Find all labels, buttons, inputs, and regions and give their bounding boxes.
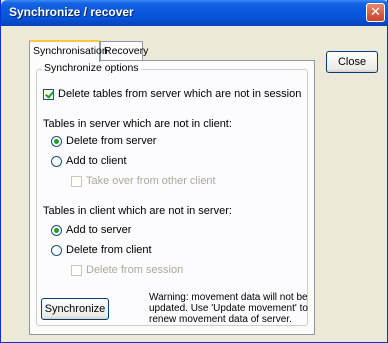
- title-bar[interactable]: Synchronize / recover ✕: [1, 0, 388, 26]
- add-to-server-label: Add to server: [66, 224, 132, 237]
- radio-icon[interactable]: [51, 155, 62, 167]
- synchronize-button[interactable]: Synchronize: [41, 298, 109, 320]
- take-over-label: Take over from other client: [86, 175, 216, 188]
- close-window-icon[interactable]: ✕: [366, 3, 385, 22]
- checkbox-icon[interactable]: [43, 88, 54, 100]
- radio-icon[interactable]: [51, 224, 62, 236]
- delete-tables-server-checkbox[interactable]: Delete tables from server which are not …: [43, 88, 301, 100]
- take-over-checkbox: Take over from other client: [71, 175, 216, 187]
- delete-from-session-checkbox: Delete from session: [71, 264, 183, 276]
- window-title: Synchronize / recover: [9, 5, 134, 19]
- client-not-server-heading: Tables in client which are not in server…: [43, 205, 232, 217]
- delete-tables-server-label: Delete tables from server which are not …: [58, 88, 302, 101]
- group-label: Synchronize options: [42, 62, 141, 74]
- close-button[interactable]: Close: [326, 51, 378, 73]
- delete-from-client-radio[interactable]: Delete from client: [51, 244, 152, 256]
- synchronize-options-group: Synchronize options Delete tables from s…: [36, 62, 308, 326]
- radio-icon[interactable]: [51, 135, 62, 147]
- add-to-server-radio[interactable]: Add to server: [51, 224, 131, 236]
- server-not-client-heading: Tables in server which are not in client…: [43, 118, 232, 130]
- delete-from-server-label: Delete from server: [66, 135, 157, 148]
- tab-panel: Synchronize options Delete tables from s…: [29, 60, 315, 335]
- checkbox-icon: [71, 175, 82, 187]
- tab-synchronisation[interactable]: Synchronisation: [29, 40, 108, 62]
- warning-text: Warning: movement data will not be updat…: [149, 292, 308, 325]
- delete-from-client-label: Delete from client: [66, 244, 152, 257]
- radio-icon[interactable]: [51, 244, 62, 256]
- add-to-client-radio[interactable]: Add to client: [51, 155, 127, 167]
- dialog-window: Synchronize / recover ✕ Close Synchronis…: [0, 0, 388, 343]
- checkbox-icon: [71, 264, 82, 276]
- add-to-client-label: Add to client: [66, 155, 127, 168]
- delete-from-session-label: Delete from session: [86, 264, 184, 277]
- delete-from-server-radio[interactable]: Delete from server: [51, 135, 156, 147]
